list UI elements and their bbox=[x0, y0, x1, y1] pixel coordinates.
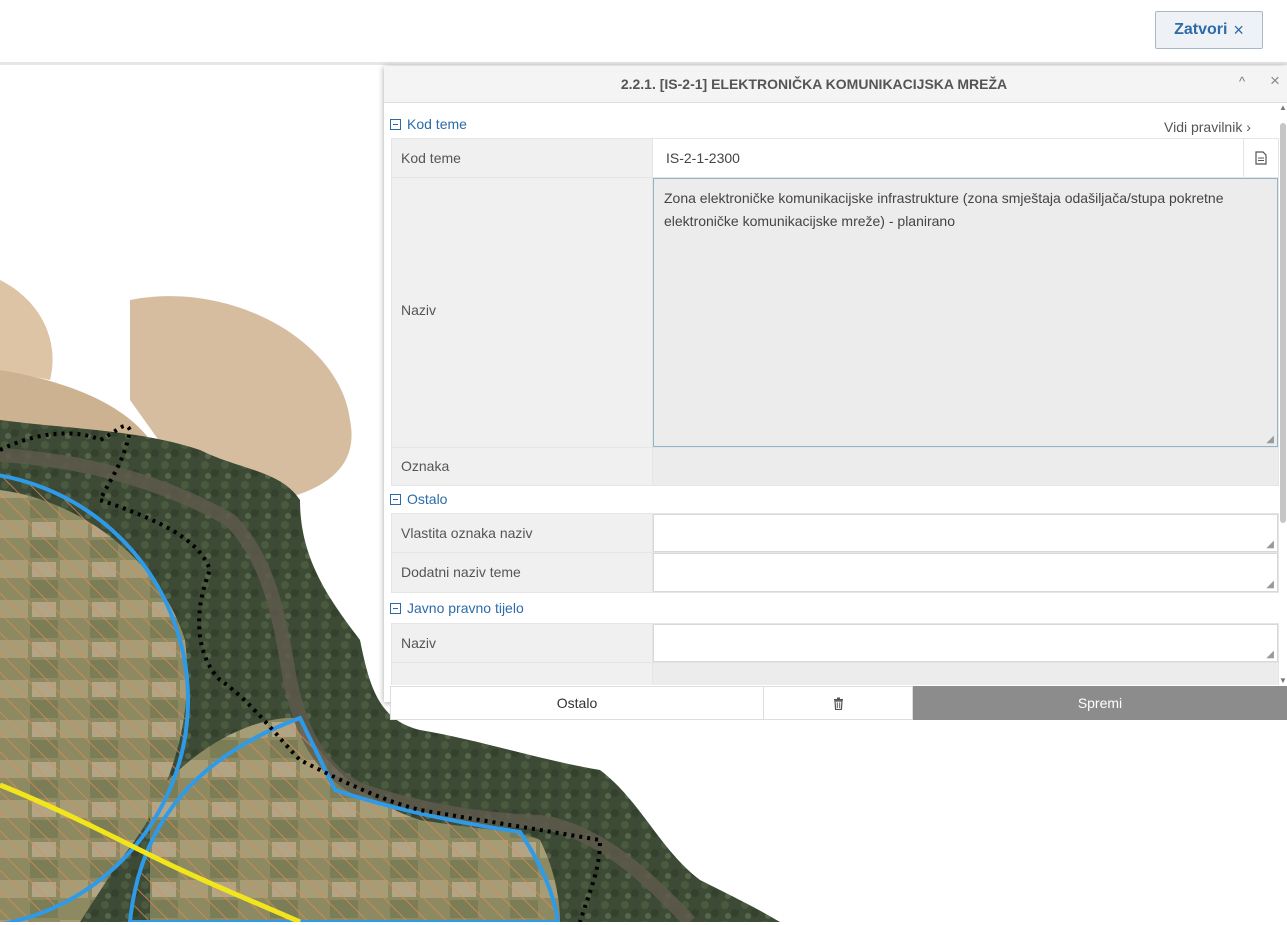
delete-button[interactable] bbox=[764, 686, 913, 720]
dodatni-naziv-textarea[interactable]: ◢ bbox=[653, 553, 1278, 592]
ostalo-button[interactable]: Ostalo bbox=[390, 686, 764, 720]
dialog-footer: Ostalo Spremi bbox=[390, 686, 1287, 720]
section-kod-teme-title: Kod teme bbox=[407, 116, 467, 132]
naziv-textarea[interactable]: Zona elektroničke komunikacijske infrast… bbox=[653, 178, 1278, 447]
dialog-scrollbar[interactable]: ▲ ▼ bbox=[1279, 103, 1287, 685]
zatvori-label: Zatvori bbox=[1174, 21, 1228, 38]
value-kod-teme: IS-2-1-2300 bbox=[666, 150, 740, 166]
row-partial bbox=[391, 663, 1279, 685]
spremi-button[interactable]: Spremi bbox=[913, 686, 1287, 720]
resize-grip-icon[interactable]: ◢ bbox=[1266, 434, 1274, 445]
row-vlastita-oznaka: Vlastita oznaka naziv ◢ bbox=[391, 513, 1279, 553]
collapse-square-icon bbox=[390, 493, 401, 505]
collapse-square-icon bbox=[390, 118, 401, 130]
close-icon[interactable]: × bbox=[1270, 71, 1280, 91]
dialog-title: 2.2.1. [IS-2-1] ELEKTRONIČKA KOMUNIKACIJ… bbox=[620, 76, 1008, 92]
vlastita-oznaka-textarea[interactable]: ◢ bbox=[653, 514, 1278, 552]
label-dodatni-naziv: Dodatni naziv teme bbox=[401, 564, 521, 580]
oznaka-value bbox=[653, 448, 1278, 485]
row-dodatni-naziv: Dodatni naziv teme ◢ bbox=[391, 553, 1279, 593]
row-naziv: Naziv Zona elektroničke komunikacijske i… bbox=[391, 178, 1279, 448]
close-icon: × bbox=[1233, 19, 1244, 40]
naziv-value: Zona elektroničke komunikacijske infrast… bbox=[664, 190, 1224, 229]
trash-icon bbox=[833, 697, 843, 710]
vidi-pravilnik-link[interactable]: Vidi pravilnik › bbox=[1164, 119, 1251, 135]
document-icon[interactable] bbox=[1243, 139, 1278, 177]
section-javno-title: Javno pravno tijelo bbox=[407, 600, 524, 616]
row-javno-naziv: Naziv ◢ bbox=[391, 623, 1279, 663]
label-kod-teme: Kod teme bbox=[401, 150, 461, 166]
feature-dialog: 2.2.1. [IS-2-1] ELEKTRONIČKA KOMUNIKACIJ… bbox=[384, 66, 1287, 720]
resize-grip-icon[interactable]: ◢ bbox=[1266, 649, 1274, 660]
scrollbar-thumb[interactable] bbox=[1280, 123, 1286, 523]
row-oznaka: Oznaka bbox=[391, 448, 1279, 486]
section-ostalo-header[interactable]: Ostalo bbox=[390, 491, 447, 507]
dialog-body[interactable]: Kod teme Vidi pravilnik › Kod teme IS-2-… bbox=[384, 103, 1287, 685]
javno-naziv-textarea[interactable]: ◢ bbox=[653, 624, 1278, 662]
collapse-icon[interactable]: ^ bbox=[1239, 74, 1245, 89]
collapse-square-icon bbox=[390, 602, 401, 614]
section-ostalo-title: Ostalo bbox=[407, 491, 448, 507]
resize-grip-icon[interactable]: ◢ bbox=[1266, 539, 1274, 550]
label-oznaka: Oznaka bbox=[401, 458, 450, 474]
dialog-header: 2.2.1. [IS-2-1] ELEKTRONIČKA KOMUNIKACIJ… bbox=[384, 66, 1287, 103]
label-vlastita-oznaka: Vlastita oznaka naziv bbox=[401, 525, 533, 541]
resize-grip-icon[interactable]: ◢ bbox=[1266, 579, 1274, 590]
row-kod-teme: Kod teme IS-2-1-2300 bbox=[391, 138, 1279, 178]
top-bar: Zatvori × bbox=[0, 0, 1287, 65]
section-javno-header[interactable]: Javno pravno tijelo bbox=[390, 600, 524, 616]
scroll-down-icon[interactable]: ▼ bbox=[1279, 676, 1287, 685]
label-javno-naziv: Naziv bbox=[401, 635, 437, 651]
scroll-up-icon[interactable]: ▲ bbox=[1279, 103, 1287, 112]
section-kod-teme-header[interactable]: Kod teme bbox=[390, 116, 467, 132]
zatvori-button[interactable]: Zatvori × bbox=[1155, 11, 1263, 49]
label-naziv: Naziv bbox=[401, 302, 437, 318]
